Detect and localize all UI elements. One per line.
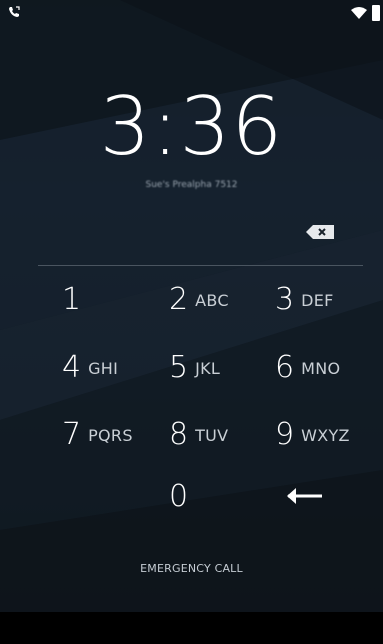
key-letters: ABC [195, 290, 229, 310]
backspace-button[interactable] [305, 224, 335, 240]
key-digit: 4 [62, 350, 82, 385]
key-0[interactable]: 0 [169, 472, 188, 522]
key-3[interactable]: 3 DEF [275, 275, 334, 325]
key-digit: 5 [169, 350, 189, 385]
key-digit: 1 [62, 282, 82, 317]
key-letters: PQRS [88, 425, 133, 445]
key-8[interactable]: 8 TUV [169, 410, 228, 460]
owner-info: Sue's Prealpha 7512 [145, 180, 238, 190]
lock-screen: 3:36 Sue's Prealpha 7512 1 2 ABC 3 DEF 4… [0, 0, 383, 644]
key-6[interactable]: 6 MNO [275, 343, 340, 393]
key-9[interactable]: 9 WXYZ [275, 410, 350, 460]
key-letters: JKL [195, 358, 221, 378]
key-4[interactable]: 4 GHI [62, 343, 118, 393]
key-letters: MNO [301, 358, 341, 378]
status-bar [0, 0, 383, 30]
key-7[interactable]: 7 PQRS [62, 410, 133, 460]
lock-clock: 3:36 [99, 80, 284, 173]
navigation-bar [0, 612, 383, 644]
pin-divider [38, 265, 363, 266]
wifi-icon [351, 7, 367, 19]
key-digit: 7 [62, 417, 82, 452]
voicemail-call-icon [9, 6, 20, 17]
enter-arrow-icon [287, 488, 322, 504]
key-letters: DEF [301, 290, 334, 310]
key-digit: 2 [169, 282, 189, 317]
key-digit: 6 [275, 350, 295, 385]
emergency-call-button[interactable]: EMERGENCY CALL [0, 562, 383, 575]
enter-button[interactable] [282, 480, 326, 510]
key-5[interactable]: 5 JKL [169, 343, 220, 393]
key-letters: TUV [195, 425, 229, 445]
key-digit: 8 [169, 417, 189, 452]
key-letters: GHI [88, 358, 119, 378]
key-2[interactable]: 2 ABC [169, 275, 229, 325]
battery-icon [372, 5, 380, 21]
key-digit: 9 [275, 417, 295, 452]
key-digit: 3 [275, 282, 295, 317]
key-letters: WXYZ [301, 425, 350, 445]
key-digit: 0 [169, 479, 189, 514]
key-1[interactable]: 1 [62, 275, 81, 325]
